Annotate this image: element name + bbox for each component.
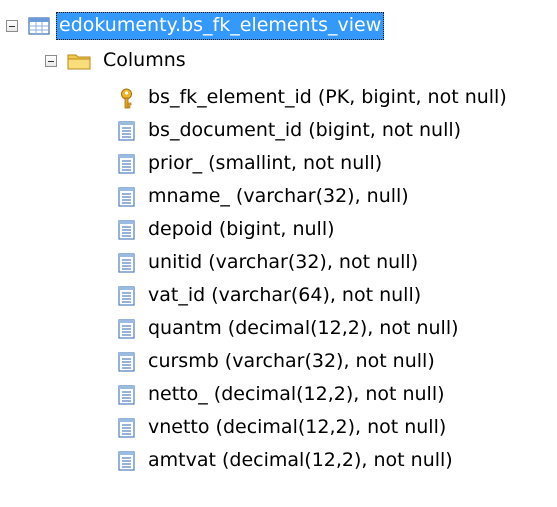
column-label: netto_ (decimal(12,2), not null) — [148, 383, 445, 405]
column-label: amtvat (decimal(12,2), not null) — [148, 449, 453, 471]
column-label: quantm (decimal(12,2), not null) — [148, 317, 459, 339]
column-label: unitid (varchar(32), not null) — [148, 251, 419, 273]
column-node[interactable]: netto_ (decimal(12,2), not null) — [118, 378, 445, 411]
collapse-toggle-view[interactable] — [6, 19, 18, 32]
column-node[interactable]: bs_document_id (bigint, not null) — [118, 114, 461, 147]
collapse-toggle-columns[interactable] — [45, 54, 57, 67]
column-icon — [118, 384, 135, 405]
column-node[interactable]: prior_ (smallint, not null) — [118, 147, 382, 180]
column-node[interactable]: vnetto (decimal(12,2), not null) — [118, 411, 446, 444]
column-label: vat_id (varchar(64), not null) — [148, 284, 422, 306]
column-label: vnetto (decimal(12,2), not null) — [148, 416, 447, 438]
column-label: bs_fk_element_id (PK, bigint, not null) — [148, 86, 507, 108]
tree-node-columns-folder[interactable]: Columns — [45, 44, 186, 77]
key-icon — [118, 88, 135, 108]
column-node[interactable]: unitid (varchar(32), not null) — [118, 246, 418, 279]
tree-node-view[interactable]: edokumenty.bs_fk_elements_view — [6, 9, 385, 42]
column-node[interactable]: depoid (bigint, null) — [118, 213, 335, 246]
column-label: depoid (bigint, null) — [148, 218, 335, 240]
column-node[interactable]: amtvat (decimal(12,2), not null) — [118, 444, 453, 477]
column-node[interactable]: quantm (decimal(12,2), not null) — [118, 312, 459, 345]
column-icon — [118, 252, 135, 273]
column-icon — [118, 450, 135, 471]
column-label: bs_document_id (bigint, not null) — [148, 119, 462, 141]
column-label: prior_ (smallint, not null) — [148, 152, 383, 174]
column-node[interactable]: bs_fk_element_id (PK, bigint, not null) — [118, 81, 507, 114]
columns-folder-label: Columns — [103, 49, 186, 71]
column-icon — [118, 120, 135, 141]
object-explorer-tree: edokumenty.bs_fk_elements_view Columns b… — [0, 0, 557, 507]
view-icon — [28, 16, 50, 36]
column-node[interactable]: cursmb (varchar(32), not null) — [118, 345, 435, 378]
column-node[interactable]: mname_ (varchar(32), null) — [118, 180, 409, 213]
column-node[interactable]: vat_id (varchar(64), not null) — [118, 279, 421, 312]
column-icon — [118, 285, 135, 306]
folder-icon — [67, 52, 91, 70]
column-icon — [118, 417, 135, 438]
column-icon — [118, 318, 135, 339]
view-name-label[interactable]: edokumenty.bs_fk_elements_view — [56, 11, 385, 40]
column-icon — [118, 351, 135, 372]
column-label: cursmb (varchar(32), not null) — [148, 350, 435, 372]
column-icon — [118, 186, 135, 207]
column-label: mname_ (varchar(32), null) — [148, 185, 409, 207]
column-icon — [118, 219, 135, 240]
column-icon — [118, 153, 135, 174]
